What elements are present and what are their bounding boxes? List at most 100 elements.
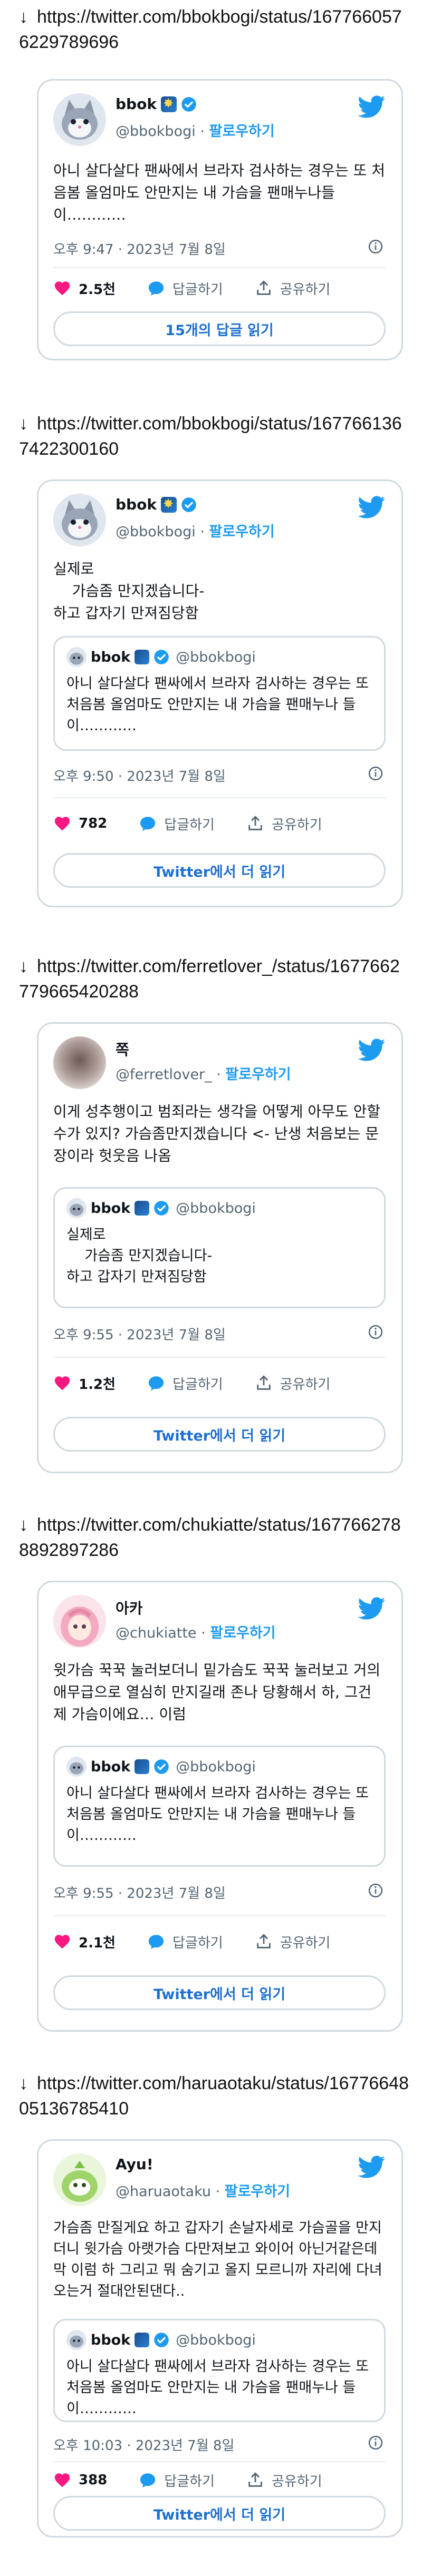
avatar[interactable] [53, 494, 106, 546]
avatar[interactable] [53, 1595, 106, 1648]
twitter-bird-icon[interactable] [358, 95, 386, 119]
read-more-button[interactable]: Twitter에서 더 읽기 [53, 1975, 386, 2010]
tweet-timestamp[interactable]: 오후 9:47 · 2023년 7월 8일 [53, 239, 226, 258]
blurred-avatar-icon [53, 1036, 106, 1089]
source-url[interactable]: ↓ https://twitter.com/bbokbogi/status/167… [19, 411, 409, 462]
follow-button[interactable]: 팔로우하기 [209, 123, 274, 140]
tweet-card: 쪽 @ferretlover_ · 팔로우하기 이게 성추행이고 범죄라는 생각… [37, 1022, 403, 1473]
reply-bubble-icon [140, 817, 156, 831]
quoted-tweet-text: 실제로 가슴좀 만지겠습니다- 하고 갑자기 만져짐당함 [66, 1227, 213, 1285]
like-count: 782 [79, 816, 108, 831]
like-button[interactable]: 1.2천 [53, 1374, 116, 1393]
verified-badge-icon [154, 2333, 169, 2347]
info-icon[interactable] [368, 1883, 383, 1898]
follow-button[interactable]: 팔로우하기 [209, 524, 274, 540]
read-replies-button[interactable]: 15개의 답글 읽기 [53, 311, 386, 346]
tweet-timestamp[interactable]: 오후 10:03 · 2023년 7월 8일 [53, 2435, 234, 2454]
author-handle: @bbokbogi · 팔로우하기 [116, 123, 275, 140]
tweet-card: bbok @bbokbogi · 팔로우하기 아니 살다살다 팬싸에서 브라자 … [37, 79, 403, 360]
author-name[interactable]: 쪽 [116, 1039, 129, 1060]
quoted-tweet[interactable]: bbok @bbokbogi 아니 살다살다 팬싸에서 브라자 검사하는 경우는… [53, 2319, 386, 2422]
reply-button[interactable]: 답글하기 [139, 814, 215, 834]
quoted-avatar [66, 1198, 87, 1218]
source-url[interactable]: ↓ https://twitter.com/ferretlover_/status… [19, 954, 409, 1004]
twitter-bird-icon[interactable] [358, 2156, 386, 2179]
quoted-tweet-text: 아니 살다살다 팬싸에서 브라자 검사하는 경우는 또 처음봄 올엄마도 안만지… [66, 2358, 373, 2417]
twitter-bird-icon[interactable] [358, 1597, 386, 1620]
author-name[interactable]: bbok [116, 95, 197, 113]
avatar[interactable] [53, 2153, 106, 2206]
quoted-avatar [66, 1757, 87, 1777]
reply-bubble-icon [148, 1935, 164, 1950]
follow-button[interactable]: 팔로우하기 [225, 1066, 291, 1083]
quoted-author-name: bbok [91, 1758, 131, 1775]
quoted-author-handle: @bbokbogi [176, 1758, 256, 1775]
cat-avatar-icon [53, 494, 106, 546]
share-button[interactable]: 공유하기 [246, 814, 322, 834]
divider [53, 1357, 386, 1358]
twitter-bird-icon[interactable] [358, 1039, 386, 1062]
info-icon[interactable] [368, 239, 383, 254]
tweet-timestamp[interactable]: 오후 9:50 · 2023년 7월 8일 [53, 766, 226, 785]
author-handle: @bbokbogi · 팔로우하기 [116, 524, 275, 540]
avatar[interactable] [53, 1036, 106, 1089]
sparkle-emoji-icon [160, 96, 177, 112]
share-button[interactable]: 공유하기 [246, 2471, 322, 2490]
reply-button[interactable]: 답글하기 [139, 2471, 215, 2490]
share-button[interactable]: 공유하기 [255, 279, 330, 298]
like-button[interactable]: 2.1천 [53, 1932, 116, 1952]
follow-button[interactable]: 팔로우하기 [225, 2183, 290, 2200]
quoted-tweet[interactable]: bbok @bbokbogi 아니 살다살다 팬싸에서 브라자 검사하는 경우는… [53, 636, 386, 751]
tweet-card: bbok @bbokbogi · 팔로우하기 실제로 가슴좀 만지겠습니다- 하… [37, 479, 403, 907]
info-icon[interactable] [368, 766, 383, 781]
quoted-avatar [66, 2330, 87, 2350]
read-more-button[interactable]: Twitter에서 더 읽기 [53, 2496, 386, 2531]
sparkle-emoji-icon [135, 2333, 150, 2347]
quoted-tweet-header: bbok @bbokbogi [66, 1757, 256, 1777]
quoted-tweet[interactable]: bbok @bbokbogi 실제로 가슴좀 만지겠습니다- 하고 갑자기 만져… [53, 1187, 386, 1308]
author-handle: @chukiatte · 팔로우하기 [116, 1625, 276, 1641]
share-icon [248, 2472, 262, 2487]
read-more-button[interactable]: Twitter에서 더 읽기 [53, 1417, 386, 1452]
twitter-bird-icon[interactable] [358, 496, 386, 519]
share-icon [256, 280, 271, 295]
source-url[interactable]: ↓ https://twitter.com/bbokbogi/status/167… [19, 4, 409, 55]
source-url[interactable]: ↓ https://twitter.com/chukiatte/status/16… [19, 1512, 409, 1563]
tweet-timestamp[interactable]: 오후 9:55 · 2023년 7월 8일 [53, 1324, 226, 1344]
reply-button[interactable]: 답글하기 [147, 1374, 223, 1393]
heart-icon [54, 281, 70, 296]
heart-icon [54, 1376, 70, 1390]
quoted-tweet-text: 아니 살다살다 팬싸에서 브라자 검사하는 경우는 또 처음봄 올엄마도 안만지… [66, 675, 373, 734]
like-button[interactable]: 388 [53, 2471, 107, 2489]
follow-button[interactable]: 팔로우하기 [210, 1625, 275, 1641]
cat-avatar-icon [66, 2330, 87, 2350]
author-handle: @ferretlover_ · 팔로우하기 [116, 1066, 291, 1083]
author-name[interactable]: Ayu! [116, 2156, 154, 2173]
avatar[interactable] [53, 93, 106, 146]
tweet-timestamp[interactable]: 오후 9:55 · 2023년 7월 8일 [53, 1883, 226, 1902]
verified-badge-icon [154, 1759, 169, 1774]
share-button[interactable]: 공유하기 [255, 1932, 330, 1952]
reply-button[interactable]: 답글하기 [147, 1932, 223, 1952]
author-name[interactable]: bbok [116, 496, 197, 513]
like-button[interactable]: 2.5천 [53, 279, 116, 298]
heart-icon [54, 817, 70, 831]
like-button[interactable]: 782 [53, 815, 107, 832]
heart-icon [54, 1935, 70, 1949]
tweet-text: 가슴좀 만질게요 하고 갑자기 손날자세로 가슴골을 만지더니 윗가슴 아랫가슴… [53, 2220, 382, 2299]
info-icon[interactable] [368, 2435, 383, 2451]
share-icon [248, 816, 262, 830]
share-button[interactable]: 공유하기 [255, 1374, 330, 1393]
cat-avatar-icon [66, 647, 87, 667]
info-icon[interactable] [368, 1324, 383, 1340]
quoted-tweet[interactable]: bbok @bbokbogi 아니 살다살다 팬싸에서 브라자 검사하는 경우는… [53, 1746, 386, 1867]
source-url[interactable]: ↓ https://twitter.com/haruaotaku/status/1… [19, 2071, 409, 2121]
author-name[interactable]: 아카 [116, 1597, 143, 1618]
verified-badge-icon [181, 96, 196, 112]
action-bar: 1.2천 답글하기 공유하기 [53, 1372, 386, 1395]
green-avatar-icon [53, 2153, 106, 2206]
read-more-button[interactable]: Twitter에서 더 읽기 [53, 853, 386, 888]
reply-button[interactable]: 답글하기 [147, 279, 223, 298]
quoted-author-handle: @bbokbogi [176, 1200, 256, 1217]
reply-bubble-icon [140, 2473, 156, 2488]
